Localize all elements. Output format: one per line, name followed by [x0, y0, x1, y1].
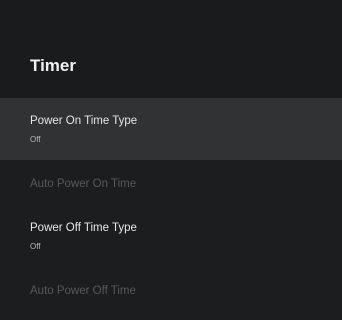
menu-item-label: Power Off Time Type: [30, 222, 137, 234]
menu-item-power-off-time-type[interactable]: Power Off Time Type Off: [0, 206, 342, 268]
menu-item-power-on-time-type[interactable]: Power On Time Type Off: [0, 98, 342, 160]
menu-item-auto-power-on-time: Auto Power On Time: [0, 160, 342, 206]
timer-settings-panel: Timer Power On Time Type Off Auto Power …: [0, 0, 342, 320]
menu-item-label: Power On Time Type: [30, 115, 138, 127]
page-title: Timer: [30, 56, 76, 75]
menu-item-value: Off: [30, 242, 41, 251]
panel-header: Timer: [0, 0, 342, 98]
menu-item-label: Auto Power On Time: [30, 178, 137, 190]
menu-item-value: Off: [30, 135, 41, 144]
menu-item-label: Auto Power Off Time: [30, 285, 136, 297]
menu-item-auto-power-off-time: Auto Power Off Time: [0, 268, 342, 320]
